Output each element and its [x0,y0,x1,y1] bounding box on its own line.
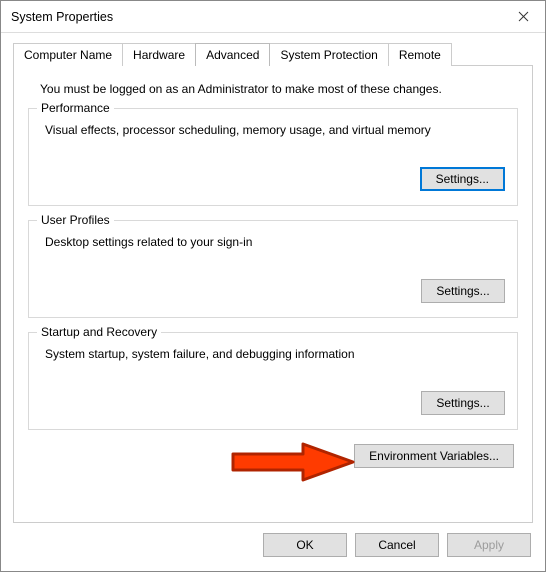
system-properties-window: System Properties Computer Name Hardware… [0,0,546,572]
performance-desc: Visual effects, processor scheduling, me… [45,123,505,137]
cancel-button[interactable]: Cancel [355,533,439,557]
startup-recovery-desc: System startup, system failure, and debu… [45,347,505,361]
user-profiles-group-title: User Profiles [37,213,114,227]
titlebar: System Properties [1,1,545,33]
window-title: System Properties [11,10,501,24]
user-profiles-settings-button[interactable]: Settings... [421,279,505,303]
startup-recovery-group-title: Startup and Recovery [37,325,161,339]
tab-area: Computer Name Hardware Advanced System P… [1,33,545,523]
tab-computer-name[interactable]: Computer Name [13,43,123,66]
close-icon [518,11,529,22]
annotation-arrow-icon [223,440,363,484]
startup-recovery-settings-button[interactable]: Settings... [421,391,505,415]
tab-hardware[interactable]: Hardware [122,43,196,66]
close-button[interactable] [501,2,545,32]
performance-settings-button[interactable]: Settings... [420,167,505,191]
user-profiles-desc: Desktop settings related to your sign-in [45,235,505,249]
tab-advanced[interactable]: Advanced [195,43,270,66]
dialog-buttons: OK Cancel Apply [1,523,545,571]
advanced-panel: You must be logged on as an Administrato… [13,65,533,523]
env-vars-row: Environment Variables... [28,444,514,468]
performance-group-title: Performance [37,101,114,115]
admin-required-msg: You must be logged on as an Administrato… [40,82,518,96]
user-profiles-group: User Profiles Desktop settings related t… [28,220,518,318]
tab-strip: Computer Name Hardware Advanced System P… [13,43,533,66]
ok-button[interactable]: OK [263,533,347,557]
startup-recovery-group: Startup and Recovery System startup, sys… [28,332,518,430]
tab-system-protection[interactable]: System Protection [269,43,388,66]
environment-variables-button[interactable]: Environment Variables... [354,444,514,468]
apply-button[interactable]: Apply [447,533,531,557]
performance-group: Performance Visual effects, processor sc… [28,108,518,206]
tab-remote[interactable]: Remote [388,43,452,66]
